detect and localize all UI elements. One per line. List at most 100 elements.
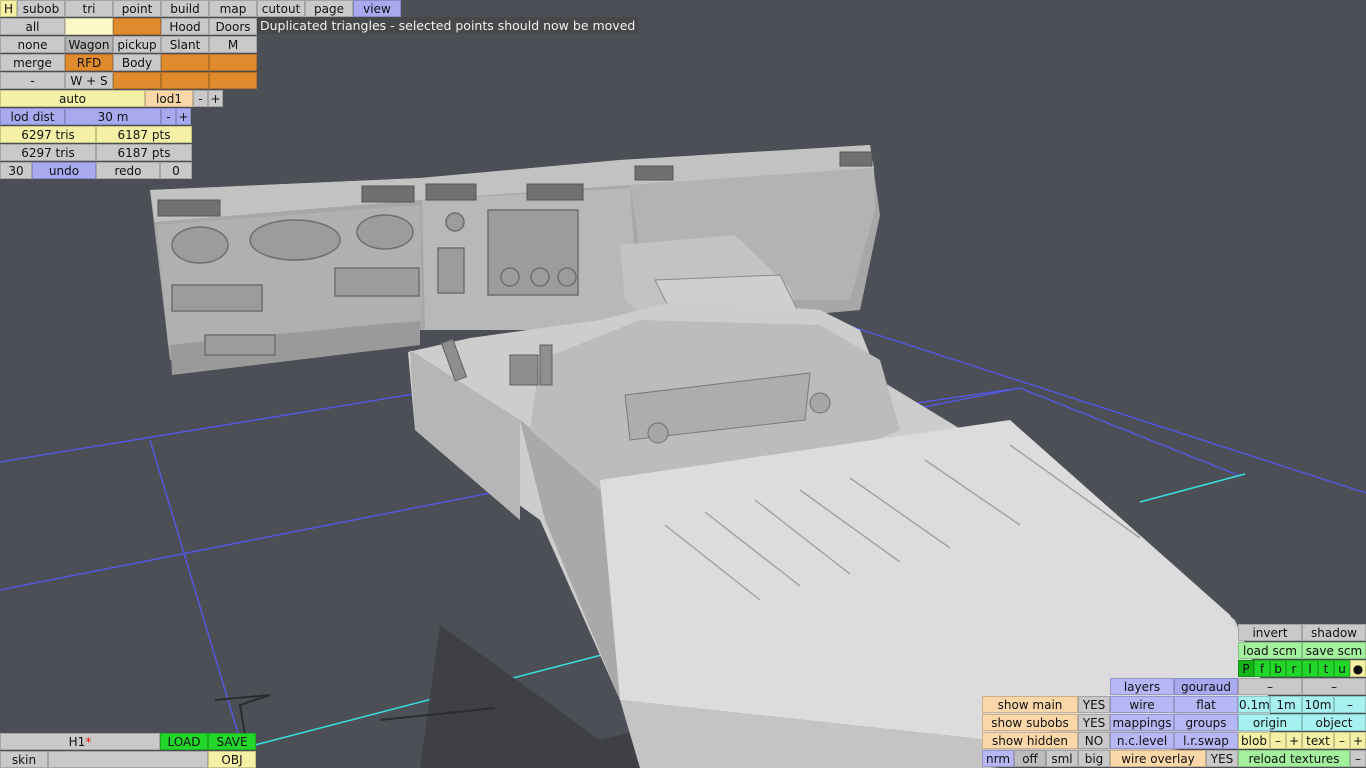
m-button[interactable]: M	[209, 36, 257, 53]
flag-f[interactable]: f	[1254, 660, 1270, 677]
empty-slot[interactable]	[209, 54, 257, 71]
flag-p[interactable]: P	[1238, 660, 1254, 677]
blob-plus-button[interactable]: +	[1286, 732, 1302, 749]
empty-slot[interactable]	[209, 72, 257, 89]
skin-field[interactable]	[48, 751, 208, 768]
empty-slot[interactable]	[65, 18, 113, 35]
menu-point[interactable]: point	[113, 0, 161, 17]
lod-dist-value[interactable]: 30 m	[65, 108, 161, 125]
modified-mark: *	[85, 735, 92, 749]
show-subobs-button[interactable]: show subobs	[982, 714, 1078, 731]
dist-minus-button[interactable]: –	[1334, 696, 1366, 713]
wire-overlay-value[interactable]: YES	[1206, 750, 1238, 767]
load-scm-button[interactable]: load scm	[1238, 642, 1302, 659]
empty-slot[interactable]	[113, 72, 161, 89]
menu-h[interactable]: H	[0, 0, 17, 17]
file-name[interactable]: H1*	[0, 733, 160, 750]
groups-button[interactable]: groups	[1174, 714, 1238, 731]
axis-line	[1139, 473, 1246, 503]
show-subobs-value[interactable]: YES	[1078, 714, 1110, 731]
slant-button[interactable]: Slant	[161, 36, 209, 53]
flag-t[interactable]: t	[1318, 660, 1334, 677]
blob-button[interactable]: blob	[1238, 732, 1270, 749]
lod-plus-button[interactable]: +	[208, 90, 223, 107]
reload-minus-button[interactable]: –	[1350, 750, 1366, 767]
dist-1m-button[interactable]: 1m	[1270, 696, 1302, 713]
lod-dist-label: lod dist	[0, 108, 65, 125]
origin-button[interactable]: origin	[1238, 714, 1302, 731]
menu-tri[interactable]: tri	[65, 0, 113, 17]
gouraud-button[interactable]: gouraud	[1174, 678, 1238, 695]
truck-interior-model	[150, 145, 1270, 768]
flag-dot-icon[interactable]: ●	[1350, 660, 1366, 677]
menu-cutout[interactable]: cutout	[257, 0, 305, 17]
point-count-total: 6187 pts	[96, 144, 192, 161]
lod-auto-button[interactable]: auto	[0, 90, 145, 107]
lod-dist-plus-button[interactable]: +	[176, 108, 191, 125]
text-minus-button[interactable]: –	[1334, 732, 1350, 749]
undo-button[interactable]: undo	[32, 162, 96, 179]
status-message: Duplicated triangles - selected points s…	[257, 17, 639, 34]
flag-u[interactable]: u	[1334, 660, 1350, 677]
wire-button[interactable]: wire	[1110, 696, 1174, 713]
shadow-button[interactable]: shadow	[1302, 624, 1366, 641]
dist-01m-button[interactable]: 0.1m	[1238, 696, 1270, 713]
show-main-value[interactable]: YES	[1078, 696, 1110, 713]
text-plus-button[interactable]: +	[1350, 732, 1366, 749]
select-all-button[interactable]: all	[0, 18, 65, 35]
pickup-button[interactable]: pickup	[113, 36, 161, 53]
big-button[interactable]: big	[1078, 750, 1110, 767]
lod-dist-minus-button[interactable]: -	[161, 108, 176, 125]
show-hidden-value[interactable]: NO	[1078, 732, 1110, 749]
wire-overlay-button[interactable]: wire overlay	[1110, 750, 1206, 767]
reload-textures-button[interactable]: reload textures	[1238, 750, 1350, 767]
invert-button[interactable]: invert	[1238, 624, 1302, 641]
flat-button[interactable]: flat	[1174, 696, 1238, 713]
merge-button[interactable]: merge	[0, 54, 65, 71]
menu-subob[interactable]: subob	[17, 0, 65, 17]
text-button[interactable]: text	[1302, 732, 1334, 749]
body-button[interactable]: Body	[113, 54, 161, 71]
menu-build[interactable]: build	[161, 0, 209, 17]
menu-page[interactable]: page	[305, 0, 353, 17]
layers-button[interactable]: layers	[1110, 678, 1174, 695]
lod-minus-button[interactable]: -	[193, 90, 208, 107]
obj-button[interactable]: OBJ	[208, 751, 256, 768]
wagon-button[interactable]: Wagon	[65, 36, 113, 53]
rfd-button[interactable]: RFD	[65, 54, 113, 71]
redo-button[interactable]: redo	[96, 162, 160, 179]
save-button[interactable]: SAVE	[208, 733, 256, 750]
select-none-button[interactable]: none	[0, 36, 65, 53]
doors-button[interactable]: Doors	[209, 18, 257, 35]
mappings-button[interactable]: mappings	[1110, 714, 1174, 731]
dash-button[interactable]: –	[1302, 678, 1366, 695]
empty-slot[interactable]	[161, 72, 209, 89]
dash-button[interactable]: -	[0, 72, 65, 89]
lod-level[interactable]: lod1	[145, 90, 193, 107]
blob-minus-button[interactable]: –	[1270, 732, 1286, 749]
flag-l[interactable]: l	[1302, 660, 1318, 677]
object-button[interactable]: object	[1302, 714, 1366, 731]
undo-count: 30	[0, 162, 32, 179]
sml-button[interactable]: sml	[1046, 750, 1078, 767]
menu-map[interactable]: map	[209, 0, 257, 17]
nrm-button[interactable]: nrm	[982, 750, 1014, 767]
empty-slot[interactable]	[113, 18, 161, 35]
flag-r[interactable]: r	[1286, 660, 1302, 677]
save-scm-button[interactable]: save scm	[1302, 642, 1366, 659]
nc-level-button[interactable]: n.c.level	[1110, 732, 1174, 749]
off-button[interactable]: off	[1014, 750, 1046, 767]
show-hidden-button[interactable]: show hidden	[982, 732, 1078, 749]
flag-b[interactable]: b	[1270, 660, 1286, 677]
load-button[interactable]: LOAD	[160, 733, 208, 750]
lr-swap-button[interactable]: l.r.swap	[1174, 732, 1238, 749]
empty-slot[interactable]	[161, 54, 209, 71]
dist-10m-button[interactable]: 10m	[1302, 696, 1334, 713]
show-main-button[interactable]: show main	[982, 696, 1078, 713]
dash-button[interactable]: –	[1238, 678, 1302, 695]
hood-button[interactable]: Hood	[161, 18, 209, 35]
3d-viewport[interactable]	[0, 0, 1366, 768]
skin-button[interactable]: skin	[0, 751, 48, 768]
menu-view[interactable]: view	[353, 0, 401, 17]
ws-button[interactable]: W + S	[65, 72, 113, 89]
